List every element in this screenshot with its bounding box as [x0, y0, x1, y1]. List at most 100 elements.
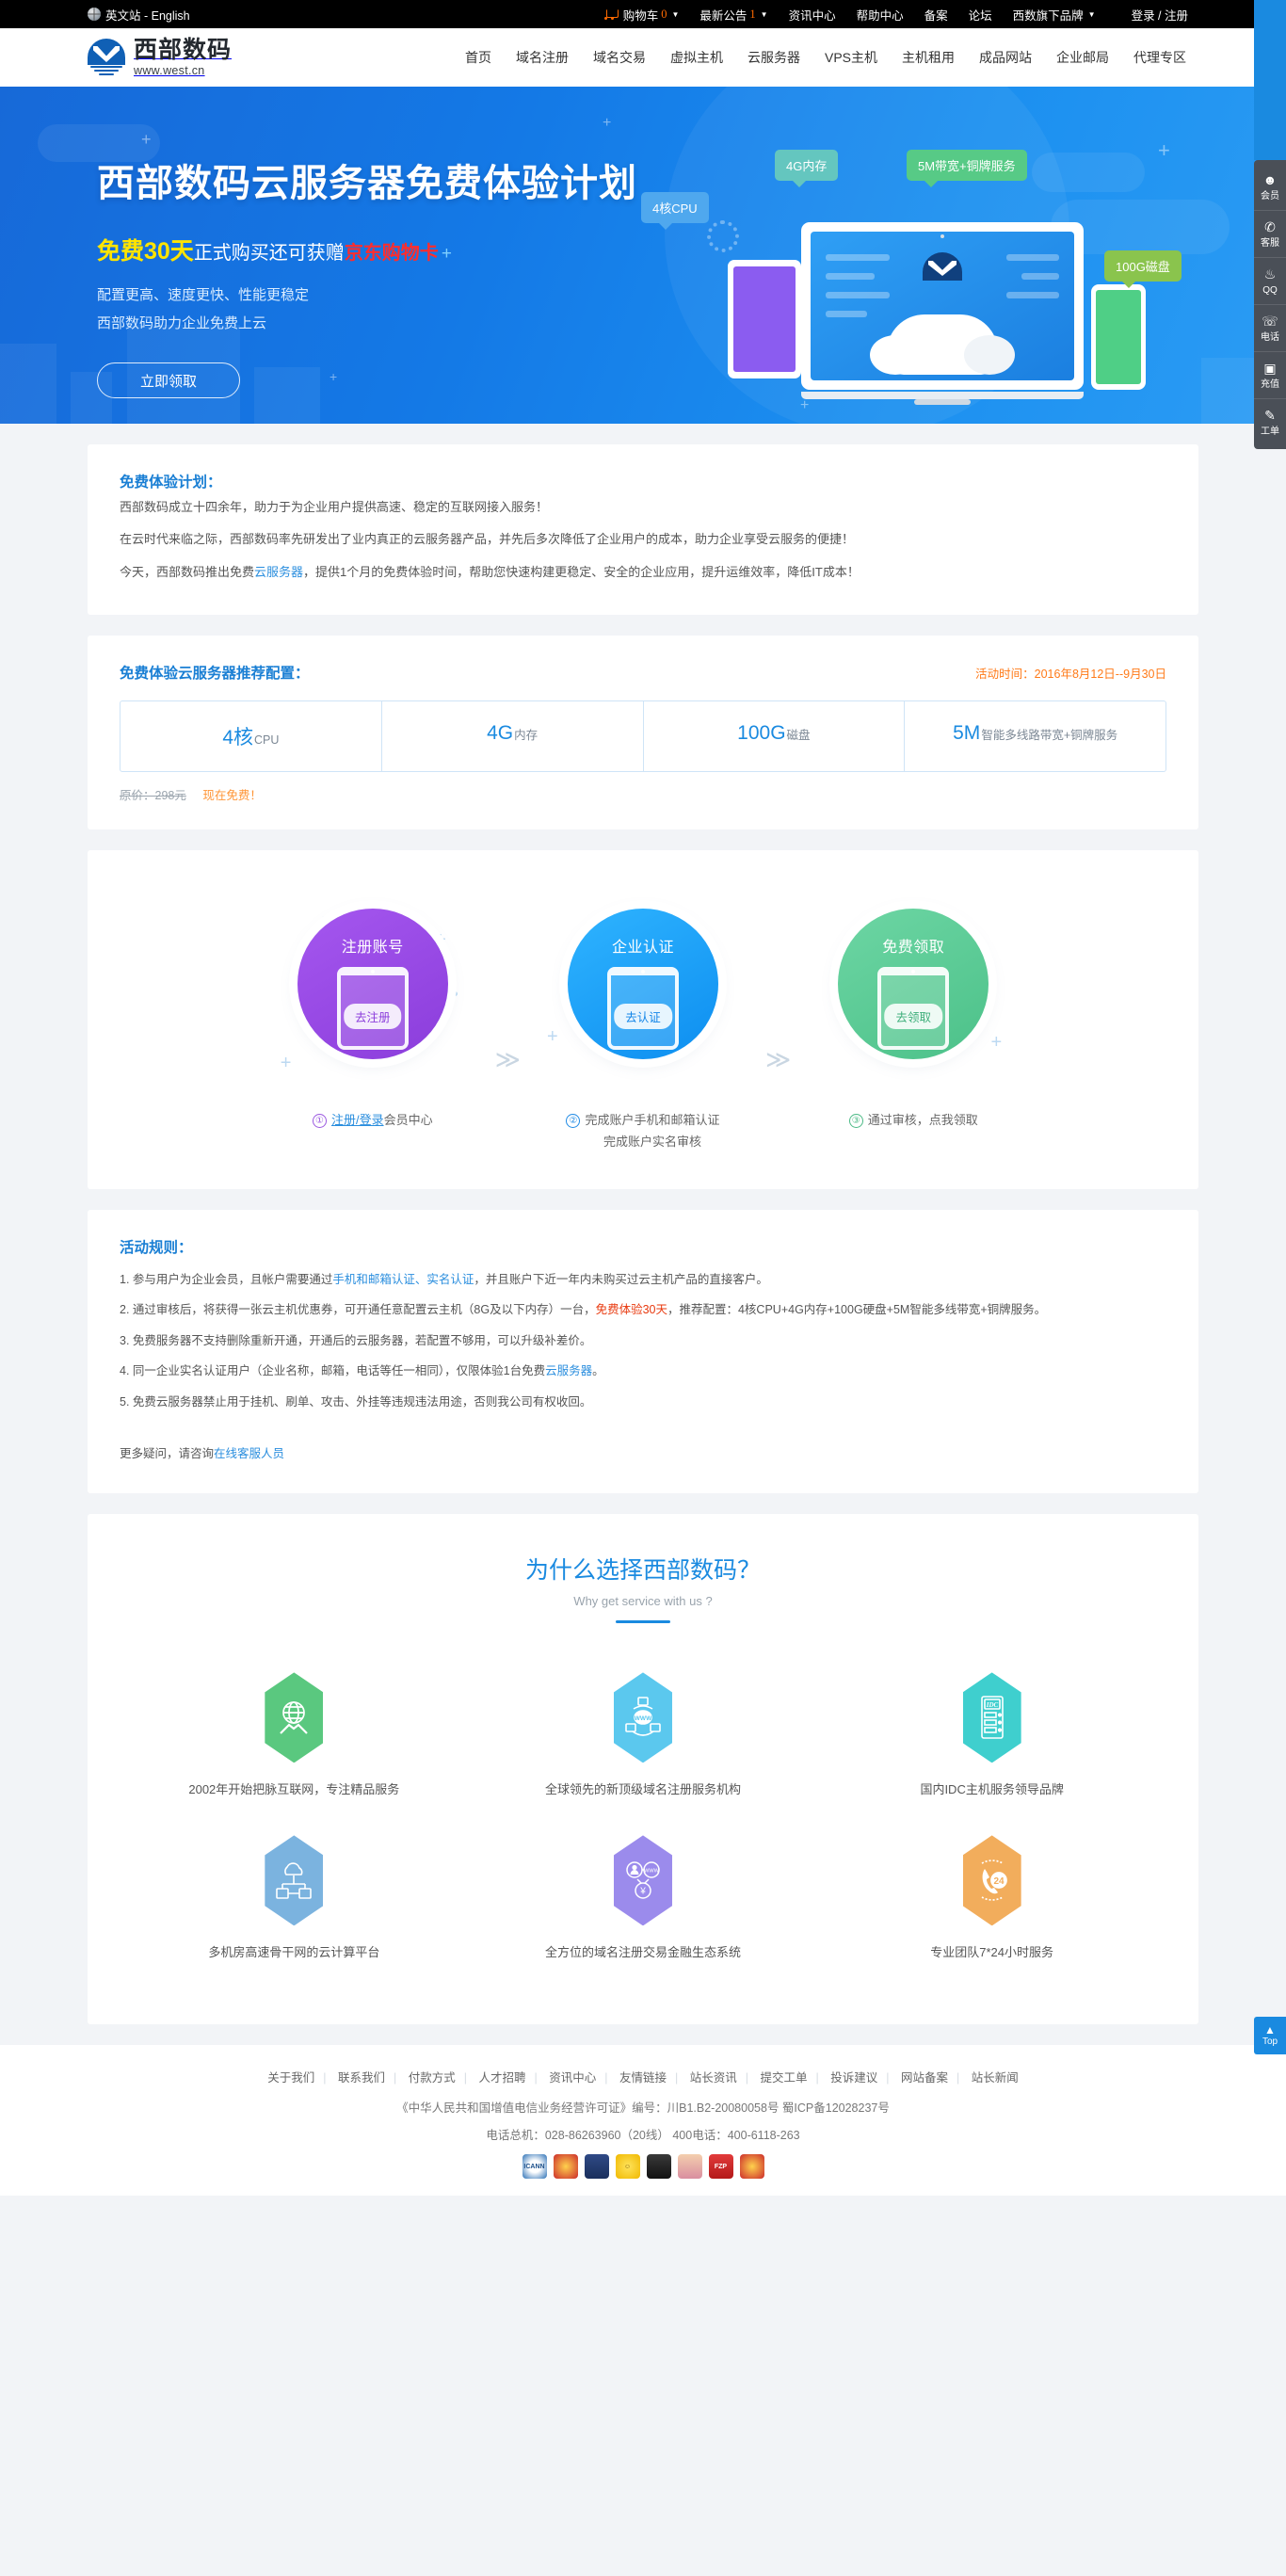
- intro-p3-post: ，提供1个月的免费体验时间，帮助您快速构建更稳定、安全的企业应用，提升运维效率，…: [303, 564, 860, 579]
- footer-link-payment[interactable]: 付款方式: [400, 2071, 464, 2085]
- site-logo[interactable]: 西部数码 www.west.cn: [88, 37, 233, 77]
- badge-smiley-icon[interactable]: ☺: [615, 2154, 640, 2180]
- why-grid: 2002年开始把脉互联网，专注精品服务 WWW 全球领先的新顶级域名注册服务机构…: [120, 1655, 1166, 1981]
- footer-link-complaint[interactable]: 投诉建议: [822, 2071, 886, 2085]
- notice-label: 最新公告: [699, 8, 747, 23]
- rail-label-recharge: 充值: [1261, 378, 1279, 390]
- cart-icon: [603, 8, 619, 20]
- footer-link-jobs[interactable]: 人才招聘: [470, 2071, 534, 2085]
- badge-emblem2-icon[interactable]: [739, 2154, 764, 2180]
- badge-emblem-icon[interactable]: [553, 2154, 578, 2180]
- step-3-go-button[interactable]: 去领取: [884, 1004, 942, 1030]
- step-1-caption-text: 会员中心: [383, 1113, 433, 1128]
- rail-item-qq[interactable]: ♨ QQ: [1254, 258, 1286, 305]
- badge-police-icon[interactable]: [584, 2154, 609, 2180]
- idc-server-icon: IDC: [962, 1672, 1021, 1763]
- step-1-caption: ① 注册/登录会员中心: [232, 1110, 514, 1132]
- badge-two-people-icon[interactable]: [677, 2154, 702, 2180]
- rail-item-support[interactable]: ✆ 客服: [1254, 211, 1286, 258]
- logo-text-en: www.west.cn: [134, 63, 205, 77]
- why-caption-4: 多机房高速骨干网的云计算平台: [208, 1945, 380, 1960]
- why-caption-5: 全方位的域名注册交易金融生态系统: [544, 1945, 741, 1960]
- nav-item-cloud-server[interactable]: 云服务器: [735, 48, 812, 67]
- config-cpu-num: 4核: [222, 727, 254, 749]
- notice-link[interactable]: 最新公告 1 ▼: [689, 6, 778, 24]
- nav-item-domain-reg[interactable]: 域名注册: [504, 48, 581, 67]
- footer-link-ticket[interactable]: 提交工单: [751, 2071, 815, 2085]
- rail-item-phone[interactable]: ☏ 电话: [1254, 305, 1286, 352]
- price-free-badge: 现在免费！: [202, 789, 262, 803]
- nav-item-ready-site[interactable]: 成品网站: [967, 48, 1044, 67]
- topbar-item-forum[interactable]: 论坛: [958, 6, 1003, 24]
- why-caption-1: 2002年开始把脉互联网，专注精品服务: [188, 1782, 400, 1797]
- footer-link-about[interactable]: 关于我们: [259, 2071, 323, 2085]
- notice-count: 1: [749, 7, 756, 21]
- rail-item-member[interactable]: ☻ 会员: [1254, 164, 1286, 211]
- site-footer: 关于我们 | 联系我们 | 付款方式 | 人才招聘 | 资讯中心 | 友情链接 | 站长资讯…: [0, 2045, 1286, 2197]
- nav-item-domain-trade[interactable]: 域名交易: [581, 48, 658, 67]
- ticket-icon: ✎: [1264, 408, 1276, 423]
- topbar-item-help[interactable]: 帮助中心: [846, 6, 914, 24]
- hero-desc-line2: 西部数码助力企业免费上云: [97, 315, 267, 331]
- online-support-link[interactable]: 在线客服人员: [214, 1447, 284, 1460]
- right-rail-blue-strip: [1254, 0, 1286, 160]
- logo-text-cn: 西部数码: [134, 37, 233, 64]
- footer-link-icp[interactable]: 网站备案: [892, 2071, 956, 2085]
- topbar-item-icp[interactable]: 备案: [914, 6, 958, 24]
- rail-item-recharge[interactable]: ▣ 充值: [1254, 352, 1286, 399]
- more-questions: 更多疑问，请咨询在线客服人员: [120, 1443, 1166, 1461]
- config-cpu-unit: CPU: [254, 733, 280, 748]
- rules-card: 活动规则： 1. 参与用户为企业会员，且帐户需要通过手机和邮箱认证、实名认证，并…: [88, 1209, 1198, 1494]
- footer-link-wm-news[interactable]: 站长新闻: [963, 2071, 1027, 2085]
- rule-1-pre: 1. 参与用户为企业会员，且帐户需要通过: [120, 1272, 333, 1286]
- config-cell-ram: 4G内存: [382, 701, 644, 772]
- svg-text:WWW: WWW: [635, 1715, 652, 1722]
- step-3-caption: ③ 通过审核，点我领取: [772, 1110, 1054, 1132]
- rule-1-link[interactable]: 手机和邮箱认证、实名认证: [332, 1273, 474, 1286]
- hero-title: 西部数码云服务器免费体验计划: [97, 163, 637, 204]
- hero-copy: 西部数码云服务器免费体验计划 免费30天 正式购买还可获赠 京东购物卡 + 配置…: [97, 153, 637, 398]
- rail-item-ticket[interactable]: ✎ 工单: [1254, 399, 1286, 445]
- footer-link-news[interactable]: 资讯中心: [540, 2071, 604, 2085]
- config-ram-num: 4G: [487, 722, 514, 745]
- cart-link[interactable]: 购物车 0 ▼: [594, 6, 690, 24]
- rule-4-link[interactable]: 云服务器: [545, 1364, 592, 1377]
- footer-link-webmaster[interactable]: 站长资讯: [682, 2071, 746, 2085]
- why-subtitle: Why get service with us ?: [573, 1594, 713, 1609]
- price-row: 原价：298元 现在免费！: [120, 785, 1166, 803]
- topbar-item-news[interactable]: 资讯中心: [779, 6, 846, 24]
- phone-icon: ☏: [1262, 314, 1278, 329]
- why-item-4: 多机房高速骨干网的云计算平台: [120, 1818, 469, 1981]
- qq-icon: ♨: [1263, 266, 1277, 282]
- nav-item-host-rental[interactable]: 主机租用: [890, 48, 967, 67]
- badge-qq-icon[interactable]: [646, 2154, 671, 2180]
- nav-item-enterprise-mail[interactable]: 企业邮局: [1044, 48, 1121, 67]
- nav-item-vps[interactable]: VPS主机: [812, 48, 890, 67]
- rules-title: 活动规则：: [120, 1239, 193, 1256]
- step-1-register: + + 注册账号 去注册 ① 注册/登录会员中心: [232, 890, 514, 1132]
- badge-fzp-icon[interactable]: FZP: [708, 2154, 733, 2180]
- hero-cta-button[interactable]: 立即领取: [97, 362, 240, 398]
- site-header: 西部数码 www.west.cn 首页 域名注册 域名交易 虚拟主机 云服务器 …: [0, 28, 1286, 87]
- rule-item-2: 2. 通过审核后，将获得一张云主机优惠券，可开通任意配置云主机（8G及以下内存）…: [120, 1295, 1166, 1326]
- config-disk-unit: 磁盘: [786, 729, 811, 743]
- back-to-top-button[interactable]: ▲ Top: [1254, 2017, 1286, 2055]
- language-switch[interactable]: 英文站 - English: [88, 6, 190, 24]
- steps-row: + + 注册账号 去注册 ① 注册/登录会员中心 ≫ + 企业认证 去认证 ② …: [120, 877, 1166, 1163]
- gift-icon: ▣: [1263, 361, 1277, 376]
- step-1-go-button[interactable]: 去注册: [344, 1004, 402, 1030]
- nav-item-vhost[interactable]: 虚拟主机: [658, 48, 735, 67]
- badge-icann-icon[interactable]: ICANN: [522, 2154, 547, 2180]
- footer-link-partners[interactable]: 友情链接: [611, 2071, 675, 2085]
- nav-item-home[interactable]: 首页: [453, 48, 504, 67]
- arrow-up-icon: ▲: [1264, 2023, 1276, 2037]
- cloud-server-link[interactable]: 云服务器: [254, 565, 303, 579]
- step-1-caption-link[interactable]: 注册/登录: [331, 1113, 384, 1127]
- illustration-tablet: [728, 260, 801, 378]
- nav-item-agent-zone[interactable]: 代理专区: [1121, 48, 1198, 67]
- footer-link-contact[interactable]: 联系我们: [330, 2071, 394, 2085]
- topbar-item-brands[interactable]: 西数旗下品牌 ▼: [1003, 6, 1106, 24]
- hero-tag-cpu: 4核CPU: [641, 192, 709, 230]
- step-2-go-button[interactable]: 去认证: [614, 1004, 672, 1030]
- login-register-link[interactable]: 登录 / 注册: [1121, 6, 1198, 24]
